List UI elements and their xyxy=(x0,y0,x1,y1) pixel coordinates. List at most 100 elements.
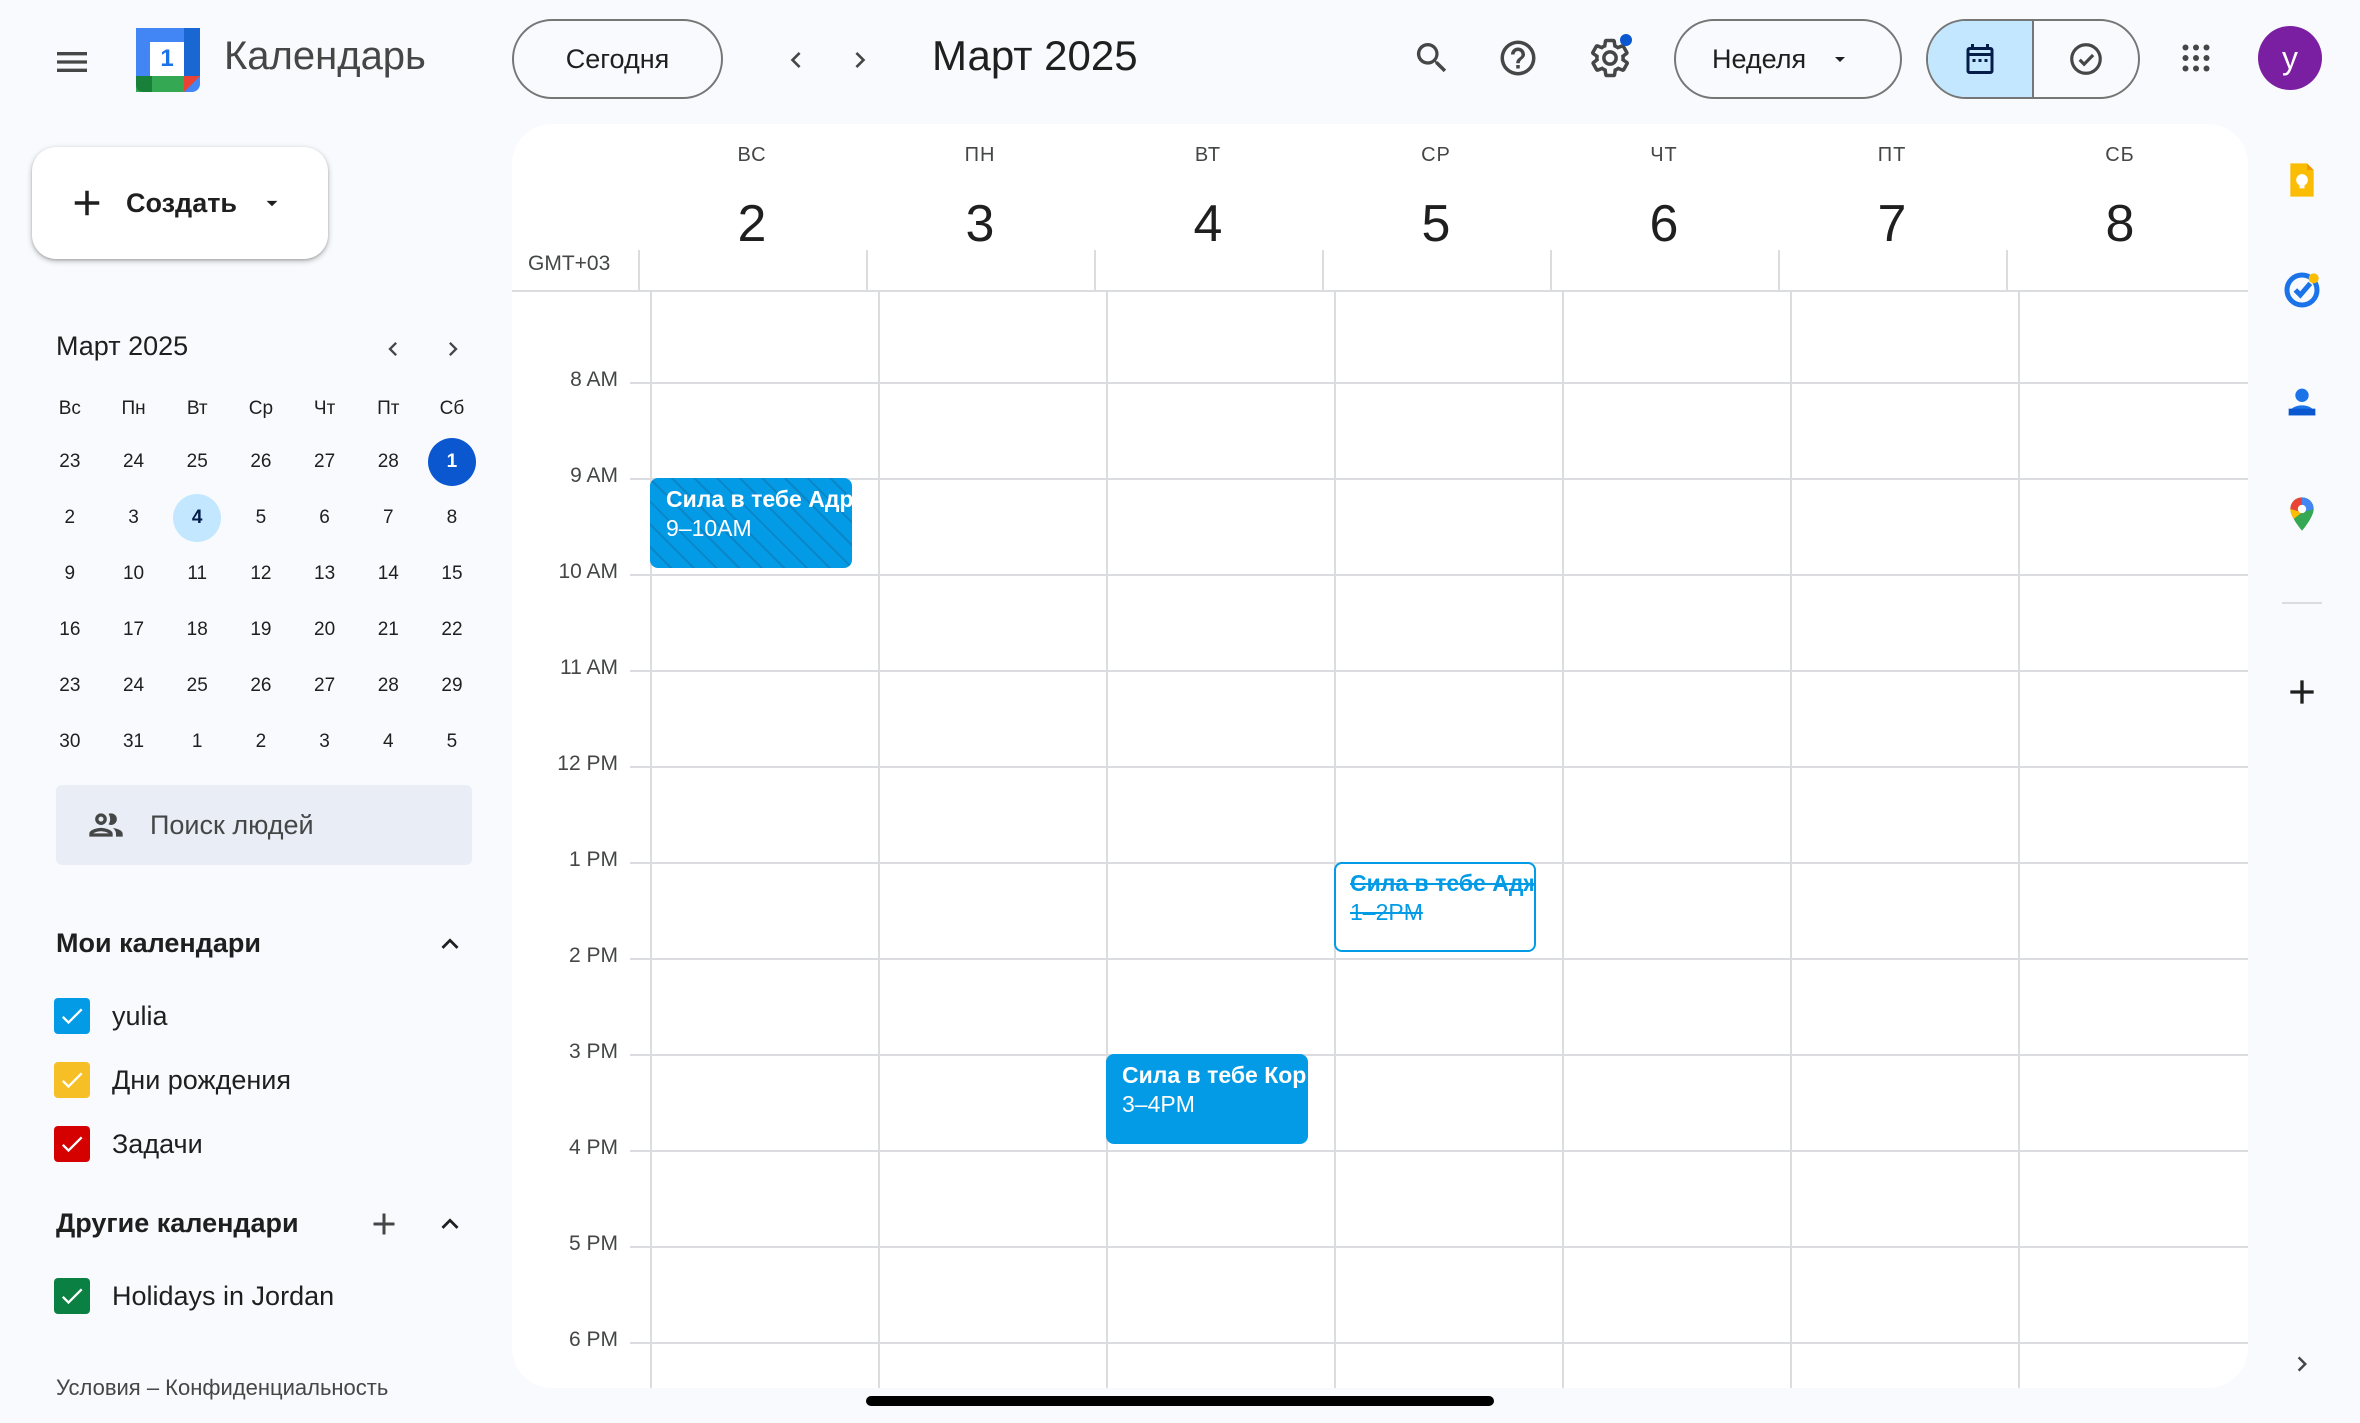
settings-button[interactable] xyxy=(1582,30,1638,86)
header-column-divider xyxy=(1094,250,1096,292)
day-header[interactable]: ЧТ 6 xyxy=(1550,124,1778,292)
day-header[interactable]: ВС 2 xyxy=(638,124,866,292)
view-select[interactable]: Неделя xyxy=(1674,19,1902,99)
mini-calendar-day[interactable]: 5 xyxy=(420,714,484,770)
mini-calendar-day[interactable]: 5 xyxy=(229,490,293,546)
mini-calendar-day[interactable]: 31 xyxy=(102,714,166,770)
search-people-field[interactable]: Поиск людей xyxy=(56,785,472,865)
mini-calendar-day[interactable]: 4 xyxy=(165,490,229,546)
main-menu-button[interactable] xyxy=(44,34,100,90)
mini-calendar-day[interactable]: 1 xyxy=(165,714,229,770)
hour-gridline xyxy=(630,382,2248,384)
calendar-list-item[interactable]: yulia xyxy=(54,996,168,1036)
time-grid[interactable]: 7 AM 8 AM 9 AM 10 AM 11 AM 12 PM 1 PM 2 PM 3 PM 4… xyxy=(512,292,2248,1388)
mini-calendar-day[interactable]: 2 xyxy=(38,490,102,546)
expand-side-panel-button[interactable] xyxy=(2280,1342,2324,1386)
mini-calendar-day[interactable]: 22 xyxy=(420,602,484,658)
get-addons-button[interactable] xyxy=(2280,670,2324,714)
my-calendars-collapse-button[interactable] xyxy=(428,922,472,966)
mini-calendar-day[interactable]: 26 xyxy=(229,658,293,714)
mini-calendar-day[interactable]: 6 xyxy=(293,490,357,546)
mini-calendar-day[interactable]: 27 xyxy=(293,434,357,490)
search-button[interactable] xyxy=(1404,30,1460,86)
calendar-checkbox[interactable] xyxy=(54,998,90,1034)
mini-calendar-day[interactable]: 20 xyxy=(293,602,357,658)
mini-calendar-day[interactable]: 21 xyxy=(356,602,420,658)
day-header[interactable]: СР 5 xyxy=(1322,124,1550,292)
mini-calendar-day[interactable]: 14 xyxy=(356,546,420,602)
mini-calendar-day[interactable]: 7 xyxy=(356,490,420,546)
day-number[interactable]: 2 xyxy=(638,194,866,254)
mini-calendar-day[interactable]: 25 xyxy=(165,658,229,714)
mini-calendar-day[interactable]: 1 xyxy=(420,434,484,490)
maps-button[interactable] xyxy=(2280,492,2324,536)
mini-calendar-day[interactable]: 3 xyxy=(293,714,357,770)
mini-calendar-day[interactable]: 9 xyxy=(38,546,102,602)
calendar-logo[interactable]: 1 xyxy=(136,28,200,92)
tasks-view-toggle[interactable] xyxy=(2034,21,2138,97)
help-button[interactable] xyxy=(1490,30,1546,86)
mini-calendar-day[interactable]: 25 xyxy=(165,434,229,490)
today-button[interactable]: Сегодня xyxy=(512,19,723,99)
day-number[interactable]: 7 xyxy=(1778,194,2006,254)
day-number[interactable]: 3 xyxy=(866,194,1094,254)
mini-calendar-day[interactable]: 13 xyxy=(293,546,357,602)
mini-calendar-day[interactable]: 28 xyxy=(356,658,420,714)
mini-calendar-day[interactable]: 10 xyxy=(102,546,166,602)
mini-calendar-day[interactable]: 18 xyxy=(165,602,229,658)
mini-calendar-day[interactable]: 28 xyxy=(356,434,420,490)
mini-calendar-next-button[interactable] xyxy=(432,328,474,370)
mini-calendar-day[interactable]: 2 xyxy=(229,714,293,770)
next-week-button[interactable] xyxy=(834,34,886,86)
day-number[interactable]: 4 xyxy=(1094,194,1322,254)
mini-calendar-day[interactable]: 19 xyxy=(229,602,293,658)
mini-calendar-day[interactable]: 12 xyxy=(229,546,293,602)
mini-calendar-day-number: 2 xyxy=(64,507,76,528)
mini-calendar-day[interactable]: 15 xyxy=(420,546,484,602)
add-other-calendar-button[interactable] xyxy=(362,1202,406,1246)
calendar-list-item[interactable]: Задачи xyxy=(54,1124,203,1164)
apps-button[interactable] xyxy=(2168,30,2224,86)
mini-calendar-day[interactable]: 3 xyxy=(102,490,166,546)
create-button[interactable]: Создать xyxy=(32,147,328,259)
mini-calendar-day[interactable]: 26 xyxy=(229,434,293,490)
day-number[interactable]: 5 xyxy=(1322,194,1550,254)
calendar-list-item[interactable]: Holidays in Jordan xyxy=(54,1276,334,1316)
mini-calendar-day[interactable]: 29 xyxy=(420,658,484,714)
terms-privacy-link[interactable]: Условия – Конфиденциальность xyxy=(56,1375,388,1401)
mini-calendar-day[interactable]: 23 xyxy=(38,658,102,714)
mini-calendar-day[interactable]: 17 xyxy=(102,602,166,658)
day-header[interactable]: СБ 8 xyxy=(2006,124,2234,292)
mini-calendar-day-number: 15 xyxy=(441,563,463,584)
calendar-event[interactable]: Сила в тебе Адр 9–10AM xyxy=(650,478,852,568)
tasks-button[interactable] xyxy=(2280,268,2324,312)
mini-calendar-day[interactable]: 4 xyxy=(356,714,420,770)
day-header[interactable]: ПН 3 xyxy=(866,124,1094,292)
calendar-checkbox[interactable] xyxy=(54,1062,90,1098)
day-header[interactable]: ВТ 4 xyxy=(1094,124,1322,292)
mini-calendar-day[interactable]: 11 xyxy=(165,546,229,602)
day-number[interactable]: 6 xyxy=(1550,194,1778,254)
mini-calendar-day[interactable]: 24 xyxy=(102,658,166,714)
previous-week-button[interactable] xyxy=(770,34,822,86)
calendar-event[interactable]: Сила в тебе Адж 1–2PM xyxy=(1334,862,1536,952)
keep-button[interactable] xyxy=(2280,158,2324,202)
mini-calendar-prev-button[interactable] xyxy=(372,328,414,370)
contacts-button[interactable] xyxy=(2280,380,2324,424)
day-header[interactable]: ПТ 7 xyxy=(1778,124,2006,292)
avatar[interactable]: y xyxy=(2258,26,2322,90)
calendar-view-toggle[interactable] xyxy=(1928,21,2034,97)
mini-calendar-day[interactable]: 27 xyxy=(293,658,357,714)
calendar-event[interactable]: Сила в тебе Кор 3–4PM xyxy=(1106,1054,1308,1144)
calendar-checkbox[interactable] xyxy=(54,1126,90,1162)
mini-calendar-day[interactable]: 23 xyxy=(38,434,102,490)
mini-calendar-day[interactable]: 8 xyxy=(420,490,484,546)
calendar-checkbox[interactable] xyxy=(54,1278,90,1314)
mini-calendar-day-number: 13 xyxy=(314,563,336,584)
day-number[interactable]: 8 xyxy=(2006,194,2234,254)
other-calendars-collapse-button[interactable] xyxy=(428,1202,472,1246)
mini-calendar-day[interactable]: 24 xyxy=(102,434,166,490)
mini-calendar-day[interactable]: 16 xyxy=(38,602,102,658)
mini-calendar-day[interactable]: 30 xyxy=(38,714,102,770)
calendar-list-item[interactable]: Дни рождения xyxy=(54,1060,291,1100)
